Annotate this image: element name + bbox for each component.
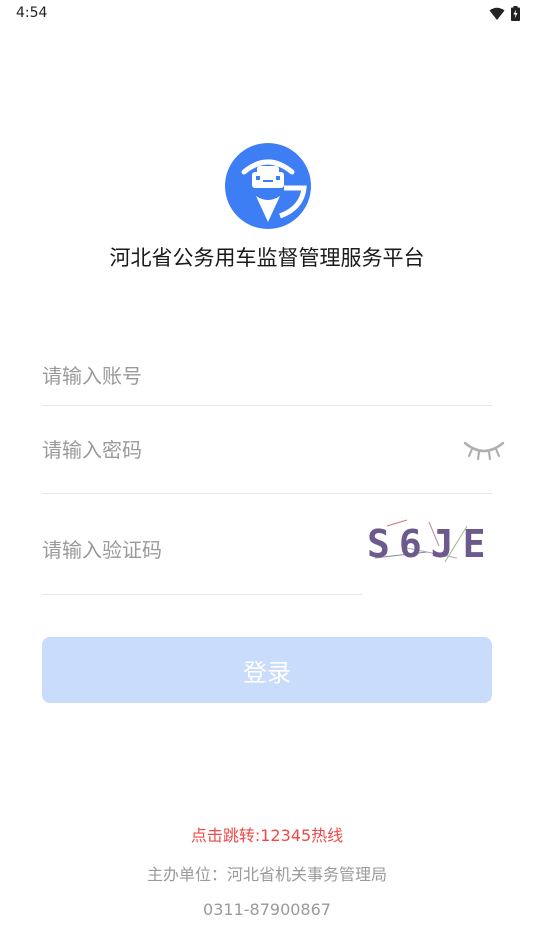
organizer-text: 主办单位：河北省机关事务管理局 bbox=[146, 865, 387, 884]
status-bar: 4:54 bbox=[0, 0, 534, 28]
captcha-field bbox=[42, 524, 422, 595]
wifi-icon bbox=[489, 7, 505, 20]
account-input[interactable] bbox=[42, 356, 422, 396]
app-logo-icon bbox=[225, 143, 311, 229]
contact-phone: 0311-87900867 bbox=[203, 900, 331, 919]
status-time: 4:54 bbox=[16, 5, 48, 21]
captcha-input[interactable] bbox=[42, 530, 422, 570]
password-field bbox=[42, 430, 492, 494]
login-button[interactable]: 登录 bbox=[42, 637, 492, 703]
password-input[interactable] bbox=[42, 430, 422, 470]
account-field bbox=[42, 356, 492, 406]
captcha-image[interactable]: S6JE bbox=[367, 518, 505, 566]
eye-closed-icon[interactable] bbox=[463, 437, 505, 463]
status-icons bbox=[489, 6, 520, 21]
hotline-link[interactable]: 点击跳转:12345热线 bbox=[0, 822, 534, 846]
app-title: 河北省公务用车监督管理服务平台 bbox=[109, 246, 425, 270]
battery-charging-icon bbox=[511, 6, 520, 21]
captcha-code: S6JE bbox=[367, 522, 495, 566]
